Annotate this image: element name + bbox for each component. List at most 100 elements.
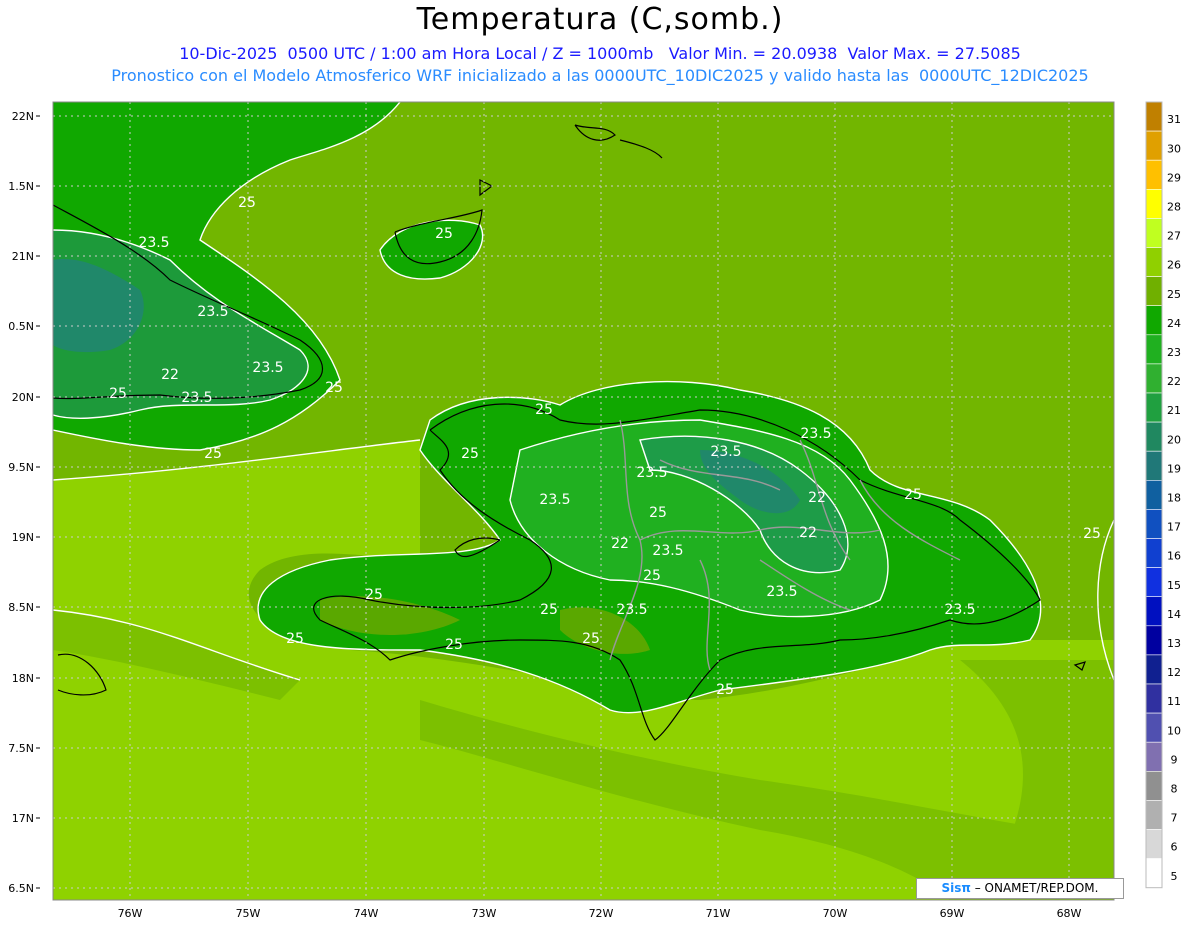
lon-tick-label: 72W xyxy=(589,907,614,920)
colorbar-label: 28 xyxy=(1167,200,1181,213)
colorbar-swatch xyxy=(1145,363,1163,394)
colorbar-swatch xyxy=(1145,858,1163,888)
contour-label: 23.5 xyxy=(800,426,831,442)
contour-label: 22 xyxy=(799,525,817,541)
contour-label: 23.5 xyxy=(197,304,228,320)
contour-label: 25 xyxy=(204,446,222,462)
colorbar-label: 9 xyxy=(1171,753,1178,766)
colorbar-swatch xyxy=(1145,101,1163,132)
lon-tick-label: 71W xyxy=(706,907,731,920)
contour-label: 23.5 xyxy=(539,492,570,508)
colorbar-label: 11 xyxy=(1167,695,1181,708)
colorbar-label: 18 xyxy=(1167,491,1181,504)
colorbar-label: 5 xyxy=(1171,870,1178,883)
colorbar-label: 24 xyxy=(1167,317,1181,330)
colorbar-label: 13 xyxy=(1167,637,1181,650)
contour-label: 25 xyxy=(535,402,553,418)
colorbar-label: 15 xyxy=(1167,579,1181,592)
colorbar-swatch xyxy=(1145,276,1163,307)
lat-tick-label: 8.5N xyxy=(8,601,34,614)
colorbar-swatch xyxy=(1145,479,1163,510)
colorbar-swatch xyxy=(1145,189,1163,219)
lon-tick-label: 74W xyxy=(354,907,379,920)
colorbar-swatch xyxy=(1145,567,1163,597)
contour-label: 23.5 xyxy=(944,602,975,618)
lon-tick-label: 69W xyxy=(940,907,965,920)
contour-label: 23.5 xyxy=(710,444,741,460)
contour-label: 25 xyxy=(582,631,600,647)
colorbar-swatch xyxy=(1145,683,1163,714)
colorbar-label: 30 xyxy=(1167,142,1181,155)
colorbar-label: 12 xyxy=(1167,666,1181,679)
contour-label: 25 xyxy=(365,587,383,603)
colorbar-swatch xyxy=(1145,741,1163,772)
lat-tick-label: 9.5N xyxy=(8,461,34,474)
colorbar-label: 29 xyxy=(1167,171,1181,184)
colorbar: 31 30 29 28 27 26 25 24 23 22 21 20 19 18 17 16 15 14 13 12… xyxy=(1145,101,1181,889)
lat-tick-label: 20N xyxy=(12,391,34,404)
contour-label: 23.5 xyxy=(181,390,212,406)
lat-tick-label: 7.5N xyxy=(8,742,34,755)
colorbar-label: 31 xyxy=(1167,113,1181,126)
contour-label: 22 xyxy=(161,367,179,383)
lat-tick-label: 22N xyxy=(12,110,34,123)
lat-tick-label: 1.5N xyxy=(8,180,34,193)
contour-label: 25 xyxy=(461,446,479,462)
colorbar-swatch xyxy=(1145,130,1163,161)
colorbar-label: 20 xyxy=(1167,433,1181,446)
colorbar-swatch xyxy=(1145,392,1163,423)
colorbar-swatch xyxy=(1145,625,1163,656)
sispi-logo: Sisπ xyxy=(941,881,971,895)
lon-tick-label: 76W xyxy=(118,907,143,920)
colorbar-swatch xyxy=(1145,654,1163,685)
contour-label: 25 xyxy=(904,487,922,503)
contour-label: 23.5 xyxy=(636,465,667,481)
contour-label: 25 xyxy=(540,602,558,618)
contour-label: 25 xyxy=(643,568,661,584)
colorbar-label: 25 xyxy=(1167,288,1181,301)
colorbar-swatch xyxy=(1145,596,1163,627)
lon-tick-label: 68W xyxy=(1057,907,1082,920)
colorbar-swatch xyxy=(1145,538,1163,568)
contour-label: 23.5 xyxy=(252,360,283,376)
contour-label: 22 xyxy=(611,536,629,552)
colorbar-label: 22 xyxy=(1167,375,1181,388)
lat-tick-label: 19N xyxy=(12,531,34,544)
colorbar-label: 23 xyxy=(1167,346,1181,359)
credit-text: – ONAMET/REP.DOM. xyxy=(970,881,1099,895)
contour-label: 25 xyxy=(286,631,304,647)
colorbar-label: 6 xyxy=(1171,841,1178,854)
contour-label: 23.5 xyxy=(138,235,169,251)
colorbar-swatch xyxy=(1145,305,1163,336)
colorbar-swatch xyxy=(1145,334,1163,365)
colorbar-label: 26 xyxy=(1167,259,1181,272)
colorbar-label: 27 xyxy=(1167,230,1181,243)
colorbar-swatch xyxy=(1145,770,1163,801)
contour-label: 25 xyxy=(445,637,463,653)
contour-label: 25 xyxy=(325,380,343,396)
longitude-axis: 76W 75W 74W 73W 72W 71W 70W 69W 68W xyxy=(118,907,1082,920)
lon-tick-label: 73W xyxy=(472,907,497,920)
colorbar-label: 17 xyxy=(1167,521,1181,534)
lon-tick-label: 70W xyxy=(823,907,848,920)
lat-tick-label: 21N xyxy=(12,250,34,263)
contour-label: 23.5 xyxy=(652,543,683,559)
colorbar-label: 8 xyxy=(1171,782,1178,795)
contour-label: 22 xyxy=(808,490,826,506)
colorbar-label: 19 xyxy=(1167,462,1181,475)
colorbar-label: 16 xyxy=(1167,550,1181,563)
colorbar-swatch xyxy=(1145,450,1163,481)
colorbar-swatch xyxy=(1145,509,1163,539)
colorbar-swatch xyxy=(1145,712,1163,743)
contour-label: 25 xyxy=(109,386,127,402)
contour-label: 23.5 xyxy=(616,602,647,618)
colorbar-swatch xyxy=(1145,159,1163,190)
lon-tick-label: 75W xyxy=(236,907,261,920)
colorbar-swatch xyxy=(1145,800,1163,830)
colorbar-label: 7 xyxy=(1171,812,1178,825)
temperature-map: 25 25 23.5 23.5 23.5 22 23.5 25 25 25 25… xyxy=(8,101,1181,920)
colorbar-swatch xyxy=(1145,247,1163,277)
contour-label: 25 xyxy=(716,682,734,698)
colorbar-swatch xyxy=(1145,218,1163,248)
contour-label: 25 xyxy=(649,505,667,521)
